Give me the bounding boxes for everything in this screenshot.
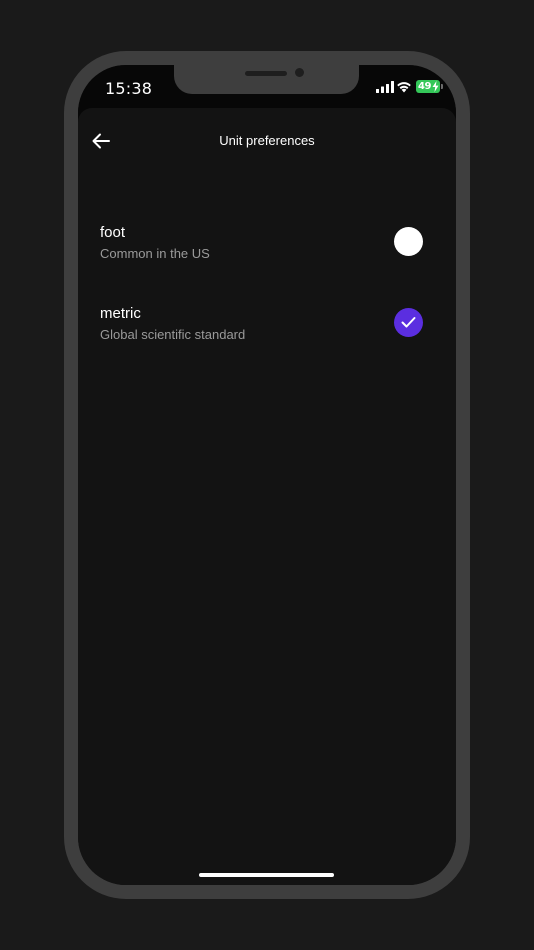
charging-bolt-icon (432, 81, 439, 92)
unit-option-metric[interactable]: metric Global scientific standard (78, 305, 456, 365)
phone-screen: 15:38 49 Unit preferences foot Common in… (78, 65, 456, 885)
option-description: Global scientific standard (100, 327, 246, 342)
status-time: 15:38 (105, 79, 153, 98)
front-camera (295, 68, 304, 77)
wifi-icon (397, 82, 411, 93)
radio-unselected[interactable] (394, 227, 423, 256)
option-label: foot (100, 224, 126, 241)
battery-level: 49 (418, 81, 431, 92)
checkmark-icon (401, 317, 416, 328)
battery-indicator: 49 (416, 80, 440, 93)
unit-preferences-sheet: Unit preferences foot Common in the US m… (78, 108, 456, 885)
notch (174, 65, 359, 94)
battery-cap (441, 84, 443, 89)
app-canvas: 15:38 49 Unit preferences foot Common in… (0, 0, 534, 950)
option-label: metric (100, 305, 141, 322)
unit-option-foot[interactable]: foot Common in the US (78, 224, 456, 284)
home-indicator[interactable] (199, 873, 334, 877)
option-description: Common in the US (100, 246, 210, 261)
radio-selected[interactable] (394, 308, 423, 337)
speaker-grille (245, 71, 287, 76)
page-title: Unit preferences (219, 133, 315, 148)
cellular-signal-icon (376, 81, 394, 93)
